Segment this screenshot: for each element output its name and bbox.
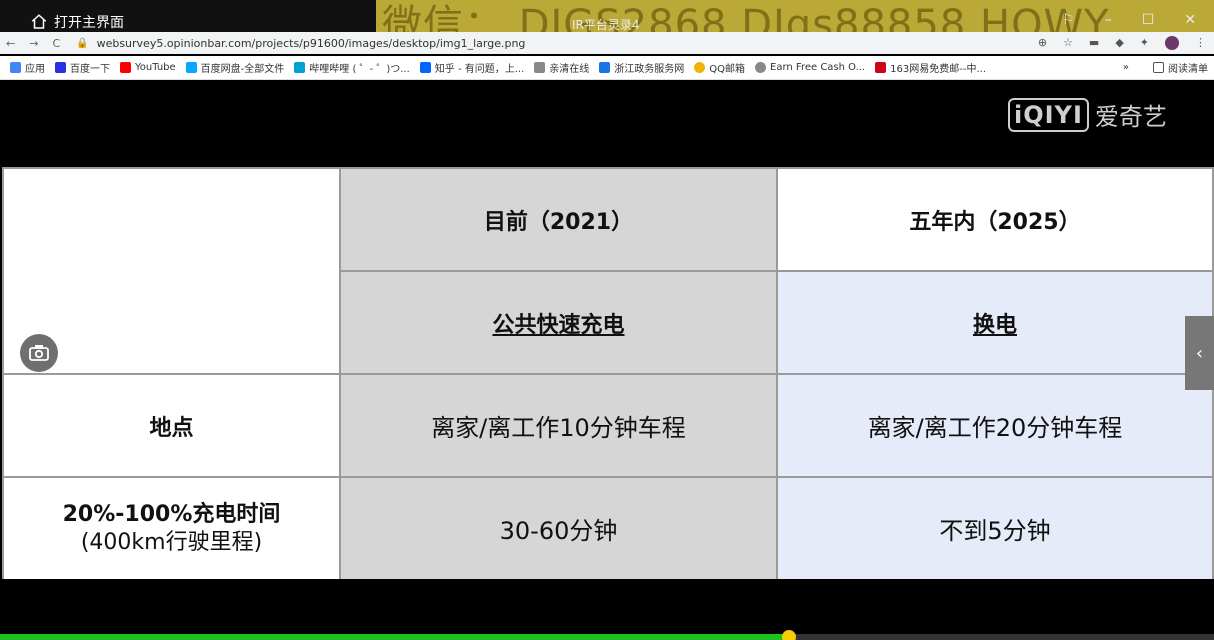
bookmark-baidu[interactable]: 百度一下 [55, 60, 110, 75]
watermark-text: 微信： DJGS2868 DJgs88858 HQWY [382, 2, 1110, 36]
baidu-icon [55, 62, 66, 73]
bookmark-label: 163网易免费邮--中... [890, 64, 987, 75]
reading-list-button[interactable]: 阅读清单 [1153, 60, 1208, 75]
row-label-location: 地点 [2, 373, 341, 478]
star-icon[interactable]: ☆ [1063, 36, 1073, 50]
camera-icon [29, 345, 49, 361]
chevron-left-icon: ‹ [1195, 342, 1204, 364]
row-label-charge-time: 20%-100%充电时间 (400km行驶里程) [2, 476, 341, 581]
apps-icon [10, 62, 21, 73]
menu-icon[interactable]: ⋮ [1195, 36, 1206, 50]
bookmark-baidu-pan[interactable]: 百度网盘-全部文件 [185, 60, 285, 75]
qinqing-icon [534, 62, 546, 73]
bookmark-bilibili[interactable]: 哔哩哔哩 ( ゜- ゜)つ... [294, 60, 410, 75]
bookmark-label: 知乎 - 有问题，上... [434, 64, 525, 75]
baidu-pan-icon [185, 62, 197, 73]
bookmark-qinqing[interactable]: 亲清在线 [534, 60, 589, 75]
home-label: 打开主界面 [54, 15, 124, 31]
progress-knob[interactable] [782, 630, 797, 640]
bookmark-label: Earn Free Cash O... [770, 62, 866, 73]
url-field[interactable]: websurvey5.opinionbar.com/projects/p9160… [97, 37, 526, 50]
tech-future: 换电 [776, 270, 1214, 375]
comparison-table: 目前（2021） 五年内（2025） 公共快速充电 换电 地点 离家/离工作10… [2, 167, 1214, 581]
bookmark-youtube[interactable]: YouTube [120, 62, 176, 73]
window-controls: ⚐ – ☐ ✕ [1062, 12, 1196, 28]
earn-cash-icon [755, 62, 767, 73]
zhihu-icon [419, 62, 431, 73]
bookmark-label: QQ邮箱 [709, 64, 746, 75]
qq-mail-icon [694, 62, 706, 73]
bilibili-icon [294, 62, 306, 73]
forward-icon[interactable]: → [29, 37, 38, 50]
bookmark-163-mail[interactable]: 163网易免费邮--中... [875, 60, 986, 75]
header-future: 五年内（2025） [776, 167, 1214, 272]
puzzle-icon[interactable]: ✦ [1140, 36, 1149, 50]
card-icon[interactable]: ▬ [1089, 36, 1099, 50]
iqiyi-name: 爱奇艺 [1094, 103, 1167, 131]
close-icon[interactable]: ✕ [1184, 12, 1196, 28]
bookmark-label: 应用 [25, 64, 45, 75]
watermark-small-text: IR平台灵录4 [572, 18, 640, 32]
bookmark-zhihu[interactable]: 知乎 - 有问题，上... [419, 60, 525, 75]
bookmarks-more-button[interactable]: » [1123, 62, 1129, 73]
iqiyi-mark: iQIYI [1008, 97, 1089, 132]
bookmarks-bar: 应用 百度一下 YouTube 百度网盘-全部文件 哔哩哔哩 ( ゜- ゜)つ.… [0, 56, 1214, 80]
bookmark-label: 亲清在线 [549, 64, 590, 75]
header-current: 目前（2021） [339, 167, 778, 272]
charge-time-label-line2: (400km行驶里程) [80, 529, 263, 555]
bookmark-qq-mail[interactable]: QQ邮箱 [694, 60, 745, 75]
bookmark-zhejiang-gov[interactable]: 浙江政务服务网 [599, 60, 684, 75]
screenshot-button[interactable] [20, 334, 58, 372]
video-header: iQIYI 爱奇艺 [0, 81, 1214, 167]
back-icon[interactable]: ← [6, 37, 15, 50]
home-icon [31, 14, 47, 29]
lock-icon[interactable]: 🔒 [76, 38, 88, 49]
extension-wechat-icon[interactable]: ◆ [1115, 36, 1123, 50]
zhejiang-gov-icon [599, 62, 611, 73]
bookmark-label: 浙江政务服务网 [614, 64, 685, 75]
video-bottom-area [0, 579, 1214, 634]
maximize-icon[interactable]: ☐ [1142, 12, 1155, 28]
reading-list-label: 阅读清单 [1168, 64, 1208, 75]
reload-icon[interactable]: C [52, 37, 60, 50]
charge-time-future: 不到5分钟 [776, 476, 1214, 581]
tech-current: 公共快速充电 [339, 270, 778, 375]
address-bar: ← → C 🔒 websurvey5.opinionbar.com/projec… [0, 32, 1214, 54]
location-current: 离家/离工作10分钟车程 [339, 373, 778, 478]
progress-fill [0, 634, 790, 640]
bookmark-label: YouTube [135, 62, 176, 73]
watermark-band: 微信： DJGS2868 DJgs88858 HQWY IR平台灵录4 ⚐ – … [376, 0, 1214, 36]
bookmark-apps[interactable]: 应用 [10, 60, 45, 75]
avatar[interactable] [1165, 36, 1179, 50]
bookmark-label: 哔哩哔哩 ( ゜- ゜)つ... [309, 64, 410, 75]
location-future: 离家/离工作20分钟车程 [776, 373, 1214, 478]
side-panel-toggle[interactable]: ‹ [1185, 316, 1214, 390]
bookmark-earn-free-cash[interactable]: Earn Free Cash O... [755, 62, 865, 73]
charge-time-label-line1: 20%-100%充电时间 [62, 501, 281, 527]
pin-icon[interactable]: ⚐ [1062, 12, 1075, 28]
zoom-icon[interactable]: ⊕ [1038, 36, 1047, 50]
minimize-icon[interactable]: – [1105, 12, 1112, 28]
163-mail-icon [875, 62, 887, 73]
progress-bar[interactable] [0, 630, 1214, 640]
iqiyi-logo: iQIYI 爱奇艺 [1008, 97, 1167, 132]
bookmark-label: 百度一下 [70, 64, 110, 75]
charge-time-current: 30-60分钟 [339, 476, 778, 581]
bookmark-label: 百度网盘-全部文件 [200, 64, 285, 75]
youtube-icon [120, 62, 131, 73]
home-button[interactable]: 打开主界面 [30, 12, 124, 32]
reading-list-icon [1153, 62, 1164, 73]
